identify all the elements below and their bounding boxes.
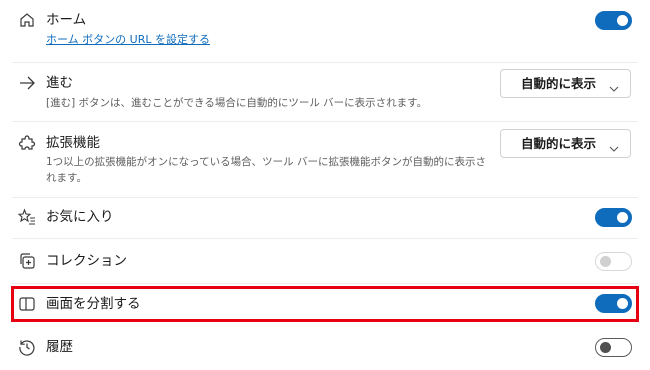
- setting-row-history: 履歴: [0, 325, 650, 370]
- setting-row-home: ホーム ホーム ボタンの URL を設定する: [0, 0, 650, 62]
- setting-row-split-screen: 画面を分割する: [0, 286, 650, 322]
- toggle-knob: [617, 298, 628, 309]
- home-icon: [18, 11, 36, 29]
- collections-toggle[interactable]: [595, 252, 632, 271]
- favorites-title: お気に入り: [46, 209, 114, 225]
- split-screen-icon: [18, 295, 36, 313]
- forward-dropdown[interactable]: 自動的に表示: [500, 69, 631, 98]
- history-icon: [18, 338, 36, 356]
- history-toggle[interactable]: [595, 338, 632, 357]
- star-list-icon: [18, 208, 36, 226]
- chevron-down-icon: [609, 79, 619, 92]
- setting-row-forward: 進む [進む] ボタンは、進むことができる場合に自動的にツール バーに表示されま…: [0, 63, 650, 121]
- toggle-knob: [600, 342, 611, 353]
- forward-dropdown-value: 自動的に表示: [521, 76, 597, 91]
- home-url-link[interactable]: ホーム ボタンの URL を設定する: [46, 32, 210, 48]
- favorites-toggle[interactable]: [595, 208, 632, 227]
- home-toggle[interactable]: [595, 11, 632, 30]
- toggle-knob: [617, 15, 628, 26]
- split-screen-title: 画面を分割する: [46, 296, 141, 312]
- extensions-dropdown[interactable]: 自動的に表示: [500, 129, 631, 158]
- arrow-right-icon: [18, 74, 36, 92]
- setting-row-extensions: 拡張機能 1つ以上の拡張機能がオンになっている場合、ツール バーに拡張機能ボタン…: [0, 122, 650, 197]
- divider: [12, 283, 638, 284]
- extensions-description: 1つ以上の拡張機能がオンになっている場合、ツール バーに拡張機能ボタンが自動的に…: [46, 156, 486, 184]
- extensions-dropdown-value: 自動的に表示: [521, 136, 597, 151]
- home-title: ホーム: [46, 12, 87, 28]
- history-title: 履歴: [46, 339, 73, 355]
- toggle-knob: [617, 212, 628, 223]
- setting-row-collections: コレクション: [0, 239, 650, 283]
- forward-description: [進む] ボタンは、進むことができる場合に自動的にツール バーに表示されます。: [46, 97, 428, 109]
- chevron-down-icon: [609, 139, 619, 152]
- puzzle-icon: [18, 134, 36, 152]
- collections-title: コレクション: [46, 253, 127, 269]
- forward-title: 進む: [46, 75, 73, 91]
- toolbar-settings-panel: ホーム ホーム ボタンの URL を設定する 進む [進む] ボタンは、進むこと…: [0, 0, 650, 370]
- toggle-knob: [600, 256, 611, 267]
- collections-icon: [18, 252, 36, 270]
- setting-row-favorites: お気に入り: [0, 198, 650, 238]
- extensions-title: 拡張機能: [46, 135, 100, 151]
- split-screen-toggle[interactable]: [595, 294, 632, 313]
